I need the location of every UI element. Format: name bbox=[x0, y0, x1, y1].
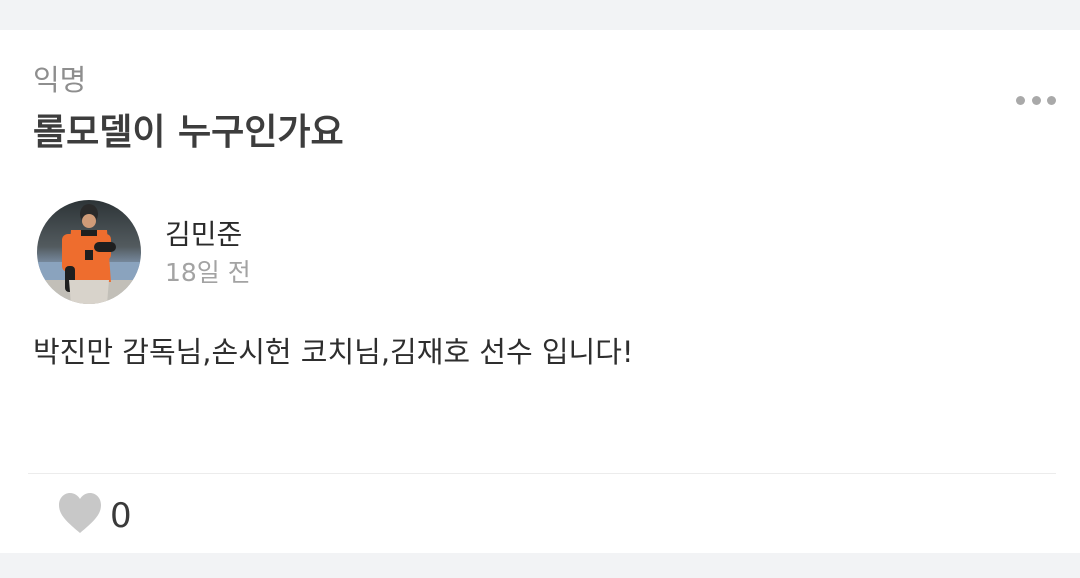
post-category: 익명 bbox=[33, 63, 87, 97]
heart-icon bbox=[59, 493, 101, 533]
divider bbox=[28, 473, 1056, 474]
post-card: 익명 롤모델이 누구인가요 김민준 18일 전 박진만 감독님,손시헌 코치님,… bbox=[0, 30, 1080, 553]
more-dot-icon bbox=[1047, 95, 1056, 105]
baseball-player-avatar-icon bbox=[37, 200, 141, 304]
more-dot-icon bbox=[1031, 95, 1041, 105]
avatar[interactable] bbox=[37, 200, 141, 304]
like-count: 0 bbox=[110, 496, 132, 536]
post-content: 박진만 감독님,손시헌 코치님,김재호 선수 입니다! bbox=[33, 335, 634, 369]
like-button[interactable] bbox=[57, 491, 103, 535]
author-name[interactable]: 김민준 bbox=[165, 218, 242, 252]
more-dot-icon bbox=[1016, 95, 1025, 105]
more-options-button[interactable] bbox=[1016, 88, 1056, 112]
post-title: 롤모델이 누구인가요 bbox=[33, 112, 344, 153]
post-timestamp: 18일 전 bbox=[165, 258, 251, 287]
